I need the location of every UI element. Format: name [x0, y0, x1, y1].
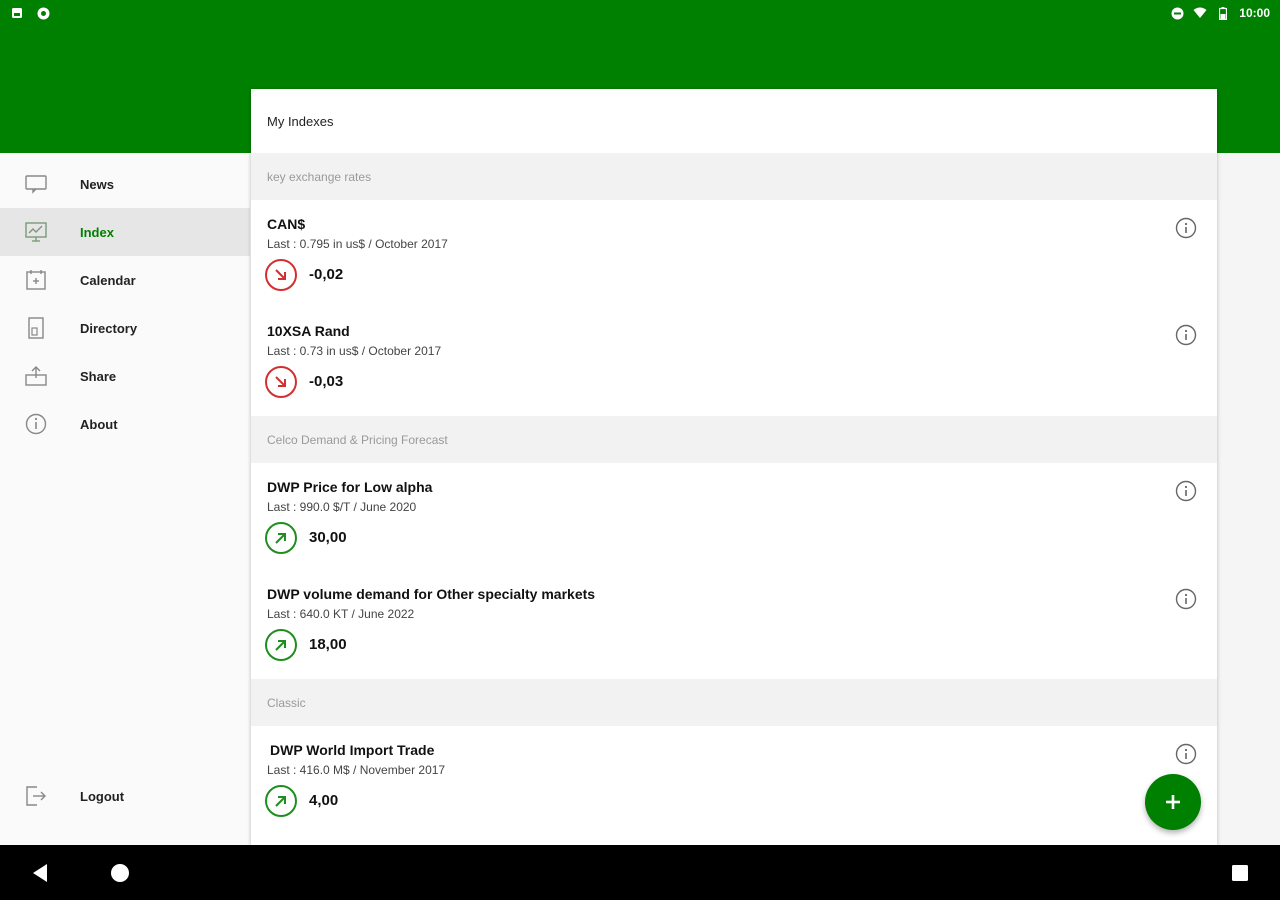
index-name: DWP World Import Trade [270, 742, 435, 758]
sidebar-item-directory[interactable]: Directory [0, 304, 250, 352]
index-name: DWP volume demand for Other specialty ma… [267, 586, 596, 602]
info-button[interactable] [1175, 324, 1197, 346]
trend-up-icon [265, 522, 297, 554]
trend-down-icon [265, 259, 297, 291]
info-icon [1175, 743, 1197, 765]
info-icon [1175, 217, 1197, 239]
back-button[interactable] [26, 859, 54, 887]
info-icon [24, 412, 48, 436]
sidebar-item-index[interactable]: Index [0, 208, 250, 256]
sync-icon [36, 6, 50, 20]
info-icon [1175, 588, 1197, 610]
index-value: -0,03 [309, 373, 344, 390]
trend-up-icon [265, 785, 297, 817]
system-navigation-bar [0, 845, 1280, 900]
sidebar-item-label: Share [80, 368, 117, 384]
info-icon [1175, 324, 1197, 346]
index-value: -0,02 [309, 266, 344, 283]
trend-up-icon [265, 629, 297, 661]
section-header: Celco Demand & Pricing Forecast [251, 416, 1217, 463]
index-name: DWP Price for Low alpha [267, 479, 433, 495]
sidebar-item-news[interactable]: News [0, 160, 250, 208]
info-button[interactable] [1175, 480, 1197, 502]
index-row[interactable]: CAN$ Last : 0.795 in us$ / October 2017 … [251, 200, 1217, 307]
status-bar: 10:00 [0, 0, 1280, 26]
home-button[interactable] [106, 859, 134, 887]
section-header: key exchange rates [251, 153, 1217, 200]
sidebar-item-logout[interactable]: Logout [0, 772, 250, 820]
notification-icon [10, 6, 24, 20]
index-row[interactable]: 10XSA Rand Last : 0.73 in us$ / October … [251, 307, 1217, 414]
indexes-card: My Indexes key exchange rates CAN$ Last … [251, 89, 1217, 845]
index-last: Last : 0.73 in us$ / October 2017 [267, 344, 442, 358]
page-title: My Indexes [267, 113, 334, 129]
logout-icon [24, 784, 48, 808]
index-last: Last : 416.0 M$ / November 2017 [267, 763, 446, 777]
index-last: Last : 0.795 in us$ / October 2017 [267, 237, 448, 251]
trend-down-icon [265, 366, 297, 398]
home-icon [111, 864, 129, 882]
index-value: 4,00 [309, 792, 339, 809]
sidebar-item-about[interactable]: About [0, 400, 250, 448]
status-time: 10:00 [1239, 6, 1270, 20]
do-not-disturb-icon [1170, 6, 1184, 20]
info-icon [1175, 480, 1197, 502]
index-chart-icon [24, 220, 48, 244]
add-index-button[interactable] [1145, 774, 1201, 830]
index-last: Last : 990.0 $/T / June 2020 [267, 500, 417, 514]
recents-icon [1232, 865, 1248, 881]
index-row[interactable]: DWP volume demand for Other specialty ma… [251, 570, 1217, 677]
index-name: 10XSA Rand [267, 323, 350, 339]
section-header: Classic [251, 679, 1217, 726]
sidebar-item-share[interactable]: Share [0, 352, 250, 400]
info-button[interactable] [1175, 743, 1197, 765]
news-icon [24, 172, 48, 196]
sidebar-item-calendar[interactable]: Calendar [0, 256, 250, 304]
battery-icon [1216, 6, 1230, 20]
sidebar-item-label: News [80, 176, 114, 192]
sidebar-item-label: Calendar [80, 272, 136, 288]
sidebar-item-label: About [80, 416, 118, 432]
plus-icon [1166, 795, 1180, 809]
index-value: 18,00 [309, 636, 347, 653]
info-button[interactable] [1175, 217, 1197, 239]
recents-button[interactable] [1226, 859, 1254, 887]
background-pane [1217, 153, 1280, 845]
back-icon [33, 864, 47, 882]
share-icon [24, 364, 48, 388]
sidebar-item-label: Index [80, 224, 114, 240]
info-button[interactable] [1175, 588, 1197, 610]
wifi-icon [1193, 6, 1207, 20]
index-value: 30,00 [309, 529, 347, 546]
directory-icon [24, 316, 48, 340]
calendar-icon [24, 268, 48, 292]
index-row[interactable]: DWP World Import Trade Last : 416.0 M$ /… [251, 726, 1217, 833]
logout-label: Logout [80, 788, 125, 804]
index-row[interactable]: DWP Price for Low alpha Last : 990.0 $/T… [251, 463, 1217, 570]
index-name: CAN$ [267, 216, 306, 232]
sidebar-item-label: Directory [80, 320, 138, 336]
index-last: Last : 640.0 KT / June 2022 [267, 607, 415, 621]
navigation-drawer: News Index Calendar Directory Share Abou… [0, 153, 250, 845]
